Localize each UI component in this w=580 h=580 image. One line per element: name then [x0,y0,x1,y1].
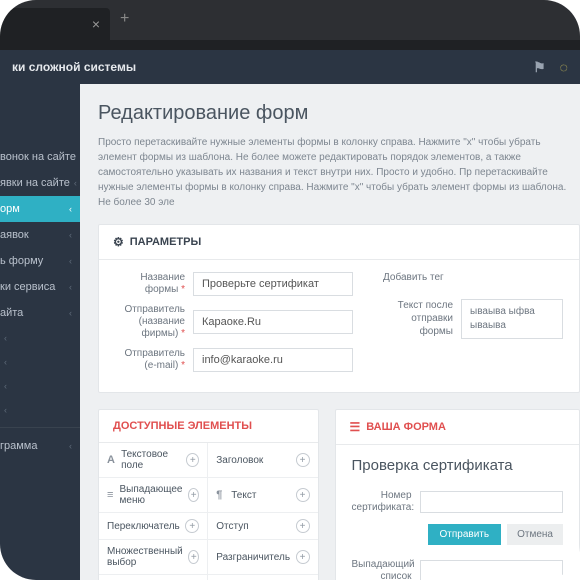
sidebar-item[interactable]: ки сервиса‹ [0,274,80,300]
sidebar-item[interactable]: ‹ [0,398,80,422]
chevron-left-icon: ‹ [4,333,7,343]
after-send-label: Текст после отправки формы [383,299,453,339]
new-tab-icon[interactable]: + [120,10,129,30]
bulb-icon[interactable]: ◌ [560,59,568,75]
chevron-left-icon: ‹ [69,282,72,292]
sidebar-item[interactable]: ь форму‹ [0,248,80,274]
element-item[interactable]: Отступ+ [208,513,317,540]
after-send-text: ываыва ыфва ываыва [461,299,563,339]
chevron-left-icon: ‹ [69,441,72,451]
page-heading: Редактирование форм [98,102,580,125]
add-icon[interactable]: + [296,453,310,467]
list-icon: ☰ [350,420,361,434]
add-icon[interactable]: + [296,550,310,564]
chevron-left-icon: ‹ [69,230,72,240]
close-icon[interactable]: × [92,16,100,32]
field-label: Номер сертификата: [352,490,420,514]
element-item[interactable]: Переключатель+ [99,513,208,540]
sidebar-item[interactable]: ‹ [0,326,80,350]
params-panel: ⚙ ПАРАМЕТРЫ Название формы * Отправитель… [98,224,580,393]
cert-number-input[interactable] [420,491,563,513]
field-label: Название формы * [115,272,193,296]
panel-header: ДОСТУПНЫЕ ЭЛЕМЕНТЫ [99,410,318,443]
add-icon[interactable]: + [185,519,199,533]
element-item[interactable]: ≡Выпадающее меню+ [99,478,208,513]
element-item[interactable]: Кнопка+ [99,575,208,580]
element-item[interactable]: AТекстовое поле+ [99,443,208,478]
chevron-left-icon: ‹ [74,178,77,188]
chevron-left-icon: ‹ [69,308,72,318]
page-title: ки сложной системы [12,60,136,74]
chevron-left-icon: ‹ [4,357,7,367]
add-icon[interactable]: + [188,550,199,564]
sidebar-item[interactable]: аявок‹ [0,222,80,248]
add-icon[interactable]: + [296,519,310,533]
chevron-left-icon: ‹ [4,405,7,415]
sidebar-item-active[interactable]: орм‹ [0,196,80,222]
field-label: Выпадающий список [352,559,420,580]
form-title: Проверка сертификата [352,457,563,474]
submit-button[interactable]: Отправить [428,524,502,545]
add-tag-label: Добавить тег [383,272,563,283]
element-item[interactable]: Заголовок+ [208,443,317,478]
element-item[interactable]: ¶Текст+ [208,478,317,513]
your-form-panel: ☰ ВАША ФОРМА Проверка сертификата Номер … [335,409,580,580]
browser-tab-strip: × + [0,0,580,40]
sender-email-input[interactable] [193,348,353,372]
browser-url-bar [0,40,580,50]
browser-tab[interactable]: × [0,8,110,40]
flag-icon[interactable]: ⚑ [533,59,546,76]
topbar-actions: ⚑ ◌ [533,59,568,76]
paragraph-icon: ¶ [216,489,226,501]
dropdown-input[interactable] [420,560,563,580]
element-item[interactable]: Множественный выбор+ [99,540,208,575]
chevron-left-icon: ‹ [69,256,72,266]
elements-panel: ДОСТУПНЫЕ ЭЛЕМЕНТЫ AТекстовое поле+ Заго… [98,409,319,580]
text-icon: A [107,454,116,466]
sender-name-input[interactable] [193,310,353,334]
gear-icon: ⚙ [113,235,124,249]
sidebar-item[interactable]: айта‹ [0,300,80,326]
chevron-left-icon: ‹ [69,204,72,214]
add-icon[interactable]: + [186,453,199,467]
add-icon[interactable]: + [188,488,199,502]
panel-header: ⚙ ПАРАМЕТРЫ [99,225,579,260]
sidebar: вонок на сайте‹ явки на сайте‹ орм‹ аяво… [0,84,80,580]
sidebar-item[interactable]: грамма‹ [0,433,80,459]
sidebar-item[interactable]: ‹ [0,374,80,398]
menu-icon: ≡ [107,489,115,501]
main-content: Редактирование форм Просто перетаскивайт… [80,84,580,580]
form-name-input[interactable] [193,272,353,296]
element-item[interactable]: Разграничитель+ [208,540,317,575]
sidebar-item[interactable]: вонок на сайте‹ [0,144,80,170]
cancel-button[interactable]: Отмена [507,524,563,545]
app-topbar: ки сложной системы ⚑ ◌ [0,50,580,84]
sidebar-item[interactable]: явки на сайте‹ [0,170,80,196]
page-description: Просто перетаскивайте нужные элементы фо… [98,135,580,210]
field-label: Отправитель (e-mail) * [115,348,193,372]
chevron-left-icon: ‹ [4,381,7,391]
add-icon[interactable]: + [296,488,310,502]
panel-header: ☰ ВАША ФОРМА [336,410,579,445]
sidebar-item[interactable]: ‹ [0,350,80,374]
field-label: Отправитель (название фирмы) * [115,304,193,340]
